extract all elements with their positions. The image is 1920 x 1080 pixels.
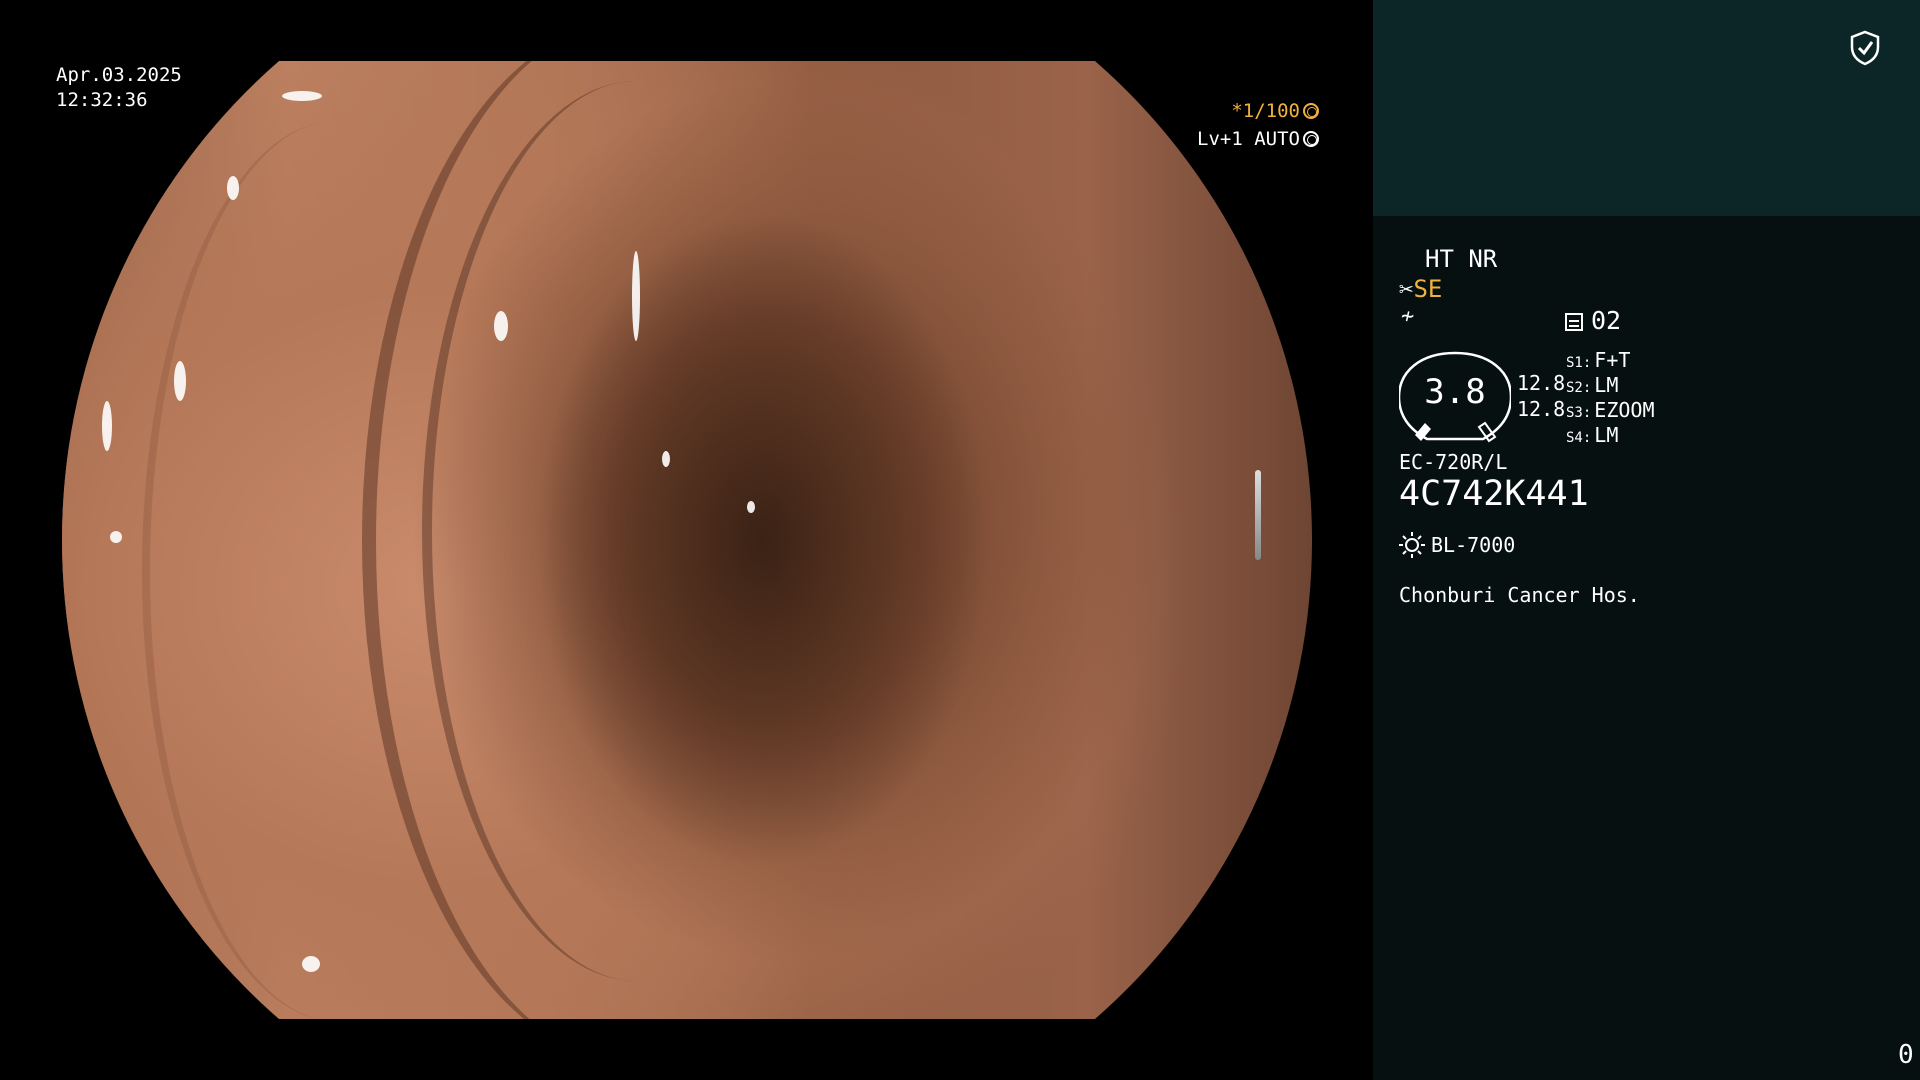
switch-label: S4: <box>1566 430 1592 446</box>
image-counter: 0 <box>1898 1040 1914 1070</box>
endoscope-view: Apr.03.2025 12:32:36 *1/100 Lv+1 AUTO <box>0 0 1373 1080</box>
memory-slot: 02 <box>1591 306 1622 335</box>
specular-highlight <box>282 91 322 101</box>
shutter-speed-overlay: *1/100 <box>1231 100 1319 122</box>
panel-header <box>1373 0 1920 216</box>
light-source-model: BL-7000 <box>1431 533 1516 557</box>
hospital-name: Chonburi Cancer Hos. <box>1399 583 1640 607</box>
switch-label: S3: <box>1566 405 1592 421</box>
switch-row-3: S3: EZOOM <box>1566 398 1655 422</box>
switch-value: F+T <box>1594 348 1631 372</box>
datetime-overlay: Apr.03.2025 12:32:36 <box>56 63 182 113</box>
switch-label: S1: <box>1566 355 1592 371</box>
gauge-value: 3.8 <box>1424 372 1486 412</box>
scope-model: EC-720R/L <box>1399 450 1508 474</box>
iris-mode-text: Lv+1 AUTO <box>1197 128 1300 150</box>
shutter-icon <box>1303 103 1319 119</box>
switch-row-2: S2: LM <box>1566 373 1618 397</box>
gauge-sub-bottom: 12.8 <box>1517 397 1566 421</box>
switch-row-4: S4: LM <box>1566 423 1618 447</box>
specular-highlight <box>302 956 320 972</box>
filter-icon: ≁ <box>1401 304 1415 329</box>
date-text: Apr.03.2025 <box>56 64 182 86</box>
switch-label: S2: <box>1566 380 1592 396</box>
mucosal-fold <box>142 121 530 1019</box>
gauge-sub-top: 12.8 <box>1517 371 1566 395</box>
light-source-row: BL-7000 <box>1399 532 1515 558</box>
specular-highlight <box>747 501 755 513</box>
light-source-icon <box>1399 532 1425 558</box>
specular-highlight <box>632 251 640 341</box>
processing-mode: HT NR <box>1425 245 1498 273</box>
specular-highlight <box>102 401 112 451</box>
specular-highlight <box>110 531 122 543</box>
info-panel: HT NR ✂SE ≁ 02 3.8 12.8 12.8 S1: F+T S2: L… <box>1373 0 1920 1080</box>
iris-icon <box>1303 131 1319 147</box>
lens-rim-reflection <box>1255 470 1261 560</box>
scissors-icon: ✂ <box>1399 275 1414 303</box>
scope-serial: 4C742K441 <box>1399 474 1589 514</box>
switch-value: LM <box>1594 373 1619 397</box>
switch-value: EZOOM <box>1594 398 1655 422</box>
switch-row-1: S1: F+T <box>1566 348 1630 372</box>
shield-check-icon <box>1850 30 1880 66</box>
enhancement-row: ✂SE <box>1399 275 1442 303</box>
specular-highlight <box>227 176 239 200</box>
specular-highlight <box>494 311 508 341</box>
iris-mode-overlay: Lv+1 AUTO <box>1197 128 1319 150</box>
enhancement-mode: SE <box>1413 275 1443 303</box>
time-text: 12:32:36 <box>56 89 148 111</box>
specular-highlight <box>174 361 186 401</box>
memory-row: 02 <box>1565 306 1621 335</box>
specular-highlight <box>662 451 670 467</box>
memory-icon <box>1565 313 1583 331</box>
shutter-speed-text: *1/100 <box>1231 100 1300 122</box>
endoscopic-image <box>62 61 1312 1019</box>
switch-value: LM <box>1594 423 1619 447</box>
